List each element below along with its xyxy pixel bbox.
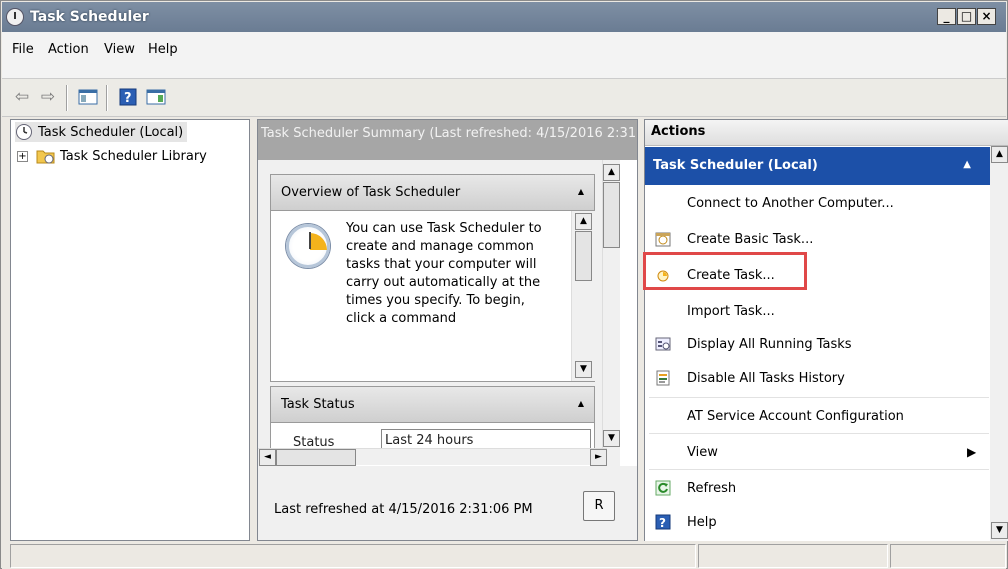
menu-file[interactable]: File <box>12 42 34 57</box>
clock-icon <box>16 124 32 140</box>
action-label: Create Basic Task... <box>687 231 814 247</box>
create-task-icon <box>657 270 669 282</box>
task-scheduler-clock-icon <box>286 224 330 268</box>
refresh-icon <box>655 480 671 496</box>
action-label: Help <box>687 514 717 530</box>
svg-text:?: ? <box>659 516 666 530</box>
tree-item-label: Task Scheduler Library <box>60 148 207 164</box>
task-scheduler-window: Task Scheduler _ □ × File Action View He… <box>0 0 1008 569</box>
close-button[interactable]: × <box>977 8 996 25</box>
scroll-thumb[interactable] <box>575 231 592 281</box>
refresh-button[interactable]: R <box>583 491 615 521</box>
menu-action[interactable]: Action <box>48 42 89 57</box>
overview-scrollbar[interactable]: ▲ ▼ <box>571 211 595 381</box>
summary-pane: Task Scheduler Summary (Last refreshed: … <box>257 119 638 541</box>
forward-arrow-icon[interactable]: ⇨ <box>36 86 60 108</box>
action-display-all-running-tasks[interactable]: Display All Running Tasks <box>645 326 991 362</box>
tree-item-task-scheduler-library[interactable]: + Task Scheduler Library <box>17 146 207 166</box>
summary-vscrollbar[interactable]: ▲ ▼ <box>602 160 620 466</box>
title-bar[interactable]: Task Scheduler _ □ × <box>2 2 1006 32</box>
action-label: Import Task... <box>687 303 775 319</box>
show-hide-action-pane-icon[interactable] <box>144 86 168 108</box>
status-bar <box>2 541 1006 569</box>
show-hide-console-tree-icon[interactable] <box>76 86 100 108</box>
actions-scrollbar[interactable]: ▲ ▼ <box>990 146 1008 541</box>
scroll-thumb[interactable] <box>603 182 620 248</box>
action-refresh[interactable]: Refresh <box>645 470 991 506</box>
menu-bar: File Action View Help <box>2 32 1006 79</box>
scroll-down-icon[interactable]: ▼ <box>575 361 592 378</box>
summary-scroll-area: Overview of Task Scheduler ▲ ▲ ▼ You can… <box>258 160 620 486</box>
scroll-right-icon[interactable]: ► <box>590 449 607 466</box>
task-status-header[interactable]: Task Status ▲ <box>271 387 594 423</box>
status-label: Status <box>293 435 335 449</box>
overview-title: Overview of Task Scheduler <box>281 185 461 200</box>
status-cell <box>698 544 888 568</box>
basic-task-icon <box>655 232 671 247</box>
scroll-left-icon[interactable]: ◄ <box>259 449 276 466</box>
overview-text: You can use Task Scheduler to create and… <box>346 221 542 326</box>
action-connect-to-another-computer[interactable]: Connect to Another Computer... <box>645 185 991 221</box>
submenu-arrow-icon: ▶ <box>967 445 977 459</box>
summary-header: Task Scheduler Summary (Last refreshed: … <box>258 120 637 160</box>
action-at-service-account-configuration[interactable]: AT Service Account Configuration <box>645 398 991 434</box>
action-label: Connect to Another Computer... <box>687 195 894 211</box>
action-view[interactable]: View ▶ <box>645 434 991 470</box>
scroll-thumb[interactable] <box>276 449 356 466</box>
clock-icon <box>6 8 24 26</box>
collapse-caret-icon[interactable]: ▲ <box>578 187 584 196</box>
history-icon <box>656 370 670 386</box>
action-label: Refresh <box>687 480 737 496</box>
action-label: AT Service Account Configuration <box>687 408 904 424</box>
summary-hscrollbar[interactable]: ◄ ► <box>258 448 607 466</box>
scroll-down-icon[interactable]: ▼ <box>603 430 620 447</box>
tree-item-label: Task Scheduler (Local) <box>38 124 184 140</box>
scroll-up-icon[interactable]: ▲ <box>991 146 1008 163</box>
window-title: Task Scheduler <box>30 9 149 25</box>
minimize-button[interactable]: _ <box>937 8 956 25</box>
last-refreshed-text: Last refreshed at 4/15/2016 2:31:06 PM <box>274 502 533 517</box>
scroll-up-icon[interactable]: ▲ <box>603 164 620 181</box>
status-cell <box>890 544 1006 568</box>
action-help[interactable]: ? Help <box>645 504 991 540</box>
action-import-task[interactable]: Import Task... <box>645 293 991 329</box>
back-arrow-icon[interactable]: ⇦ <box>10 86 34 108</box>
console-tree: Task Scheduler (Local) + Task Scheduler … <box>10 119 250 541</box>
maximize-button[interactable]: □ <box>957 8 976 25</box>
folder-clock-icon <box>36 150 55 164</box>
refresh-bar: Last refreshed at 4/15/2016 2:31:06 PM R <box>258 466 637 540</box>
collapse-caret-icon[interactable]: ▲ <box>578 399 584 408</box>
overview-header[interactable]: Overview of Task Scheduler ▲ <box>271 175 594 211</box>
tree-item-task-scheduler-local[interactable]: Task Scheduler (Local) <box>15 122 188 142</box>
action-create-basic-task[interactable]: Create Basic Task... <box>645 221 991 257</box>
action-label: Create Task... <box>687 267 775 283</box>
task-status-title: Task Status <box>281 397 355 412</box>
scroll-up-icon[interactable]: ▲ <box>575 213 592 230</box>
actions-title: Actions <box>645 120 1008 146</box>
scroll-down-icon[interactable]: ▼ <box>991 522 1008 539</box>
action-disable-all-tasks-history[interactable]: Disable All Tasks History <box>645 360 991 396</box>
status-cell <box>10 544 696 568</box>
help-icon[interactable]: ? <box>116 86 140 108</box>
actions-pane: Actions Task Scheduler (Local) ▲ Connect… <box>644 119 1008 541</box>
action-label: Display All Running Tasks <box>687 336 852 352</box>
svg-text:?: ? <box>124 91 132 106</box>
menu-help[interactable]: Help <box>148 42 178 57</box>
action-create-task[interactable]: Create Task... <box>645 257 991 293</box>
menu-view[interactable]: View <box>104 42 135 57</box>
collapse-caret-icon[interactable]: ▲ <box>963 159 971 170</box>
toolbar: ⇦ ⇨ ? <box>2 79 1006 117</box>
actions-group-label: Task Scheduler (Local) <box>653 158 818 173</box>
actions-group-task-scheduler-local[interactable]: Task Scheduler (Local) ▲ <box>645 147 991 185</box>
action-label: View <box>687 444 718 460</box>
action-label: Disable All Tasks History <box>687 370 845 386</box>
running-tasks-icon <box>655 337 671 351</box>
expand-icon[interactable]: + <box>17 150 28 162</box>
help-icon: ? <box>655 514 671 530</box>
